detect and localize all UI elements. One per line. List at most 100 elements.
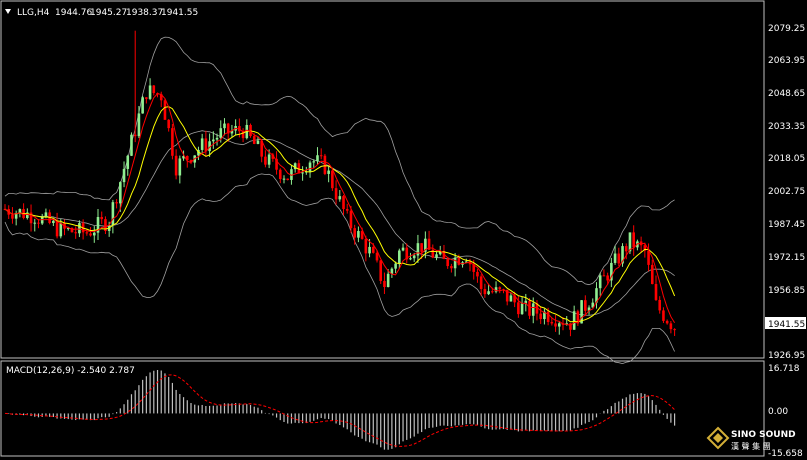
macd-tick: -15.658	[768, 449, 803, 459]
candle-body	[74, 232, 77, 234]
candle-body	[327, 170, 330, 174]
candle-body	[137, 113, 141, 137]
candle-body	[483, 289, 487, 295]
candle-body	[252, 136, 256, 144]
candle-body	[412, 255, 416, 259]
candle-body	[598, 275, 602, 289]
candle-body	[572, 311, 576, 330]
candle-body	[606, 275, 609, 281]
candle-body	[602, 275, 606, 277]
candle-body	[450, 266, 453, 269]
candle-body	[342, 196, 345, 210]
candle-body	[446, 259, 449, 267]
candle-body	[554, 323, 557, 327]
open-value: 1944.76	[55, 8, 92, 18]
candle-body	[282, 178, 286, 180]
candle-body	[550, 321, 554, 324]
candle-body	[100, 217, 104, 220]
watermark-sub: 漢 聲 集 團	[731, 441, 771, 451]
candle-body	[624, 246, 628, 252]
macd-tick: 16.718	[768, 364, 800, 374]
candle-body	[517, 302, 520, 315]
candle-body	[148, 85, 152, 99]
candle-body	[491, 291, 494, 293]
candle-body	[141, 97, 144, 114]
upper-band	[4, 36, 675, 286]
low-value: 1938.37	[126, 8, 163, 18]
candle-body	[11, 214, 14, 219]
symbol-label: LLG,H4	[17, 8, 50, 18]
candle-body	[665, 320, 669, 324]
triangle-down-icon[interactable]	[5, 9, 11, 14]
candle-body	[167, 119, 170, 129]
price-tick: 2002.75	[768, 187, 805, 197]
candle-body	[409, 258, 412, 260]
candle-body	[119, 182, 122, 204]
macd-label: MACD(12,26,9) -2.540 2.787	[6, 366, 135, 376]
candle-body	[267, 154, 271, 165]
candle-body	[334, 188, 338, 200]
candle-body	[308, 162, 312, 172]
candle-body	[200, 138, 204, 150]
close-value: 1941.55	[161, 8, 198, 18]
candlestick-series[interactable]	[3, 30, 676, 337]
candle-body	[531, 303, 535, 316]
candle-body	[584, 300, 587, 311]
candle-body	[386, 273, 390, 287]
candle-body	[647, 250, 650, 265]
candle-body	[215, 137, 219, 140]
candle-body	[353, 228, 356, 238]
candle-body	[219, 128, 223, 138]
candle-body	[394, 263, 397, 269]
candle-body	[539, 313, 542, 320]
candle-body	[498, 287, 502, 290]
high-value: 1945.27	[90, 8, 127, 18]
candle-body	[145, 97, 148, 99]
candle-body	[331, 170, 334, 189]
chart-window[interactable]: LLG,H4 1944.76 1945.27 1938.37 1941.55 2…	[0, 0, 807, 460]
candle-body	[371, 246, 375, 253]
candle-body	[92, 232, 96, 236]
current-price-label: 1941.55	[768, 320, 805, 330]
macd-tick: 0.00	[768, 407, 788, 417]
candle-body	[650, 264, 654, 285]
candle-body	[509, 295, 513, 302]
price-axis[interactable]: 2079.25 2063.95 2048.65 2033.35 2018.05 …	[765, 24, 806, 361]
candle-body	[453, 257, 457, 269]
candle-body	[174, 155, 178, 176]
candle-body	[312, 161, 316, 163]
price-tick: 2048.65	[768, 89, 805, 99]
candle-body	[383, 280, 386, 287]
candle-body	[264, 156, 267, 165]
candle-body	[204, 138, 208, 152]
candle-body	[628, 232, 632, 252]
sino-sound-logo: SINO SOUND 漢 聲 集 團	[706, 426, 796, 451]
candle-body	[55, 220, 59, 237]
candle-body	[476, 271, 479, 277]
chart-header: LLG,H4 1944.76 1945.27 1938.37 1941.55	[5, 8, 198, 18]
candle-body	[357, 231, 360, 238]
candle-body	[557, 323, 561, 327]
candle-body	[520, 303, 524, 315]
candle-body	[126, 155, 130, 169]
candle-body	[85, 232, 89, 234]
price-tick: 2033.35	[768, 122, 805, 132]
candle-body	[316, 155, 319, 162]
candle-body	[33, 222, 37, 224]
candle-body	[278, 169, 282, 179]
candle-body	[78, 223, 81, 234]
candle-body	[115, 202, 118, 204]
candle-body	[528, 300, 531, 316]
candle-body	[130, 134, 133, 156]
watermark-brand: SINO SOUND	[731, 430, 796, 440]
slow-ma-line	[4, 106, 676, 323]
candle-body	[37, 222, 40, 224]
candle-body	[223, 123, 226, 129]
candle-body	[435, 254, 438, 258]
candle-body	[669, 323, 673, 330]
candle-body	[44, 212, 48, 217]
candle-body	[613, 253, 617, 263]
candle-body	[368, 246, 371, 254]
candle-body	[617, 253, 621, 264]
price-tick: 1926.95	[768, 351, 805, 361]
